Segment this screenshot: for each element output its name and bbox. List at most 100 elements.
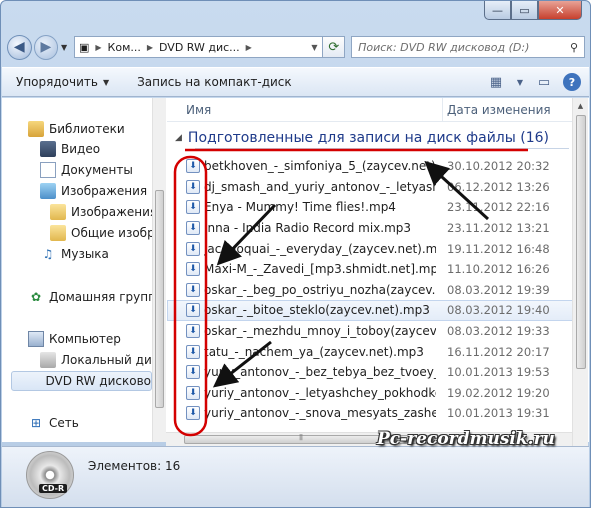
- sidebar-item-label: Документы: [61, 163, 133, 177]
- folder-icon: [50, 225, 66, 241]
- preview-pane-icon[interactable]: ▭: [533, 72, 555, 92]
- refresh-button[interactable]: ⟳: [323, 36, 346, 58]
- item-count: Элементов: 16: [88, 459, 181, 473]
- view-options-icon[interactable]: ▦: [485, 72, 507, 92]
- sidebar-item-dvd-drive[interactable]: DVD RW дисково: [11, 371, 152, 391]
- sidebar-item-my-images[interactable]: Изображения: [50, 202, 152, 222]
- file-name: tatu_-_nachem_ya_(zaycev.net).mp3: [204, 344, 424, 359]
- file-row[interactable]: ⬇ Inna - India Radio Record mix.mp3 23.11.…: [167, 218, 573, 239]
- address-separator-icon[interactable]: ▶: [244, 43, 254, 52]
- scrollbar-thumb[interactable]: [155, 190, 164, 408]
- address-separator-icon[interactable]: ▶: [93, 43, 103, 52]
- vertical-scrollbar[interactable]: ▲: [572, 98, 588, 446]
- pending-burn-file-icon: ⬇: [186, 159, 200, 174]
- pending-burn-file-icon: ⬇: [186, 179, 200, 194]
- burn-to-disc-button[interactable]: Запись на компакт-диск: [123, 75, 306, 89]
- search-input[interactable]: Поиск: DVD RW дисковод (D:) ⚲: [351, 36, 586, 58]
- pending-burn-file-icon: ⬇: [186, 282, 200, 297]
- file-row[interactable]: ⬇ Enya - Mummy! Time flies!.mp4 23.11.2012…: [167, 197, 573, 218]
- file-name: Inna - India Radio Record mix.mp3: [204, 221, 412, 236]
- sidebar-item-libraries[interactable]: Библиотеки: [28, 119, 125, 139]
- address-bar[interactable]: ▣ ▶ Ком... ▶ DVD RW дис... ▶ ▼: [73, 36, 324, 58]
- column-header-date[interactable]: Дата изменения: [443, 103, 551, 117]
- column-header-name[interactable]: Имя: [167, 98, 443, 121]
- pending-burn-file-icon: ⬇: [186, 385, 200, 400]
- sidebar-item-network[interactable]: ⊞ Сеть: [28, 413, 79, 433]
- address-segment-dvd[interactable]: DVD RW дис...: [155, 41, 244, 54]
- file-date: 08.03.2012 19:39: [447, 282, 550, 297]
- file-row[interactable]: ⬇ yuriy_antonov_-_bez_tebya_bez_tvoey_ly.…: [167, 362, 573, 383]
- back-button[interactable]: ◀: [7, 34, 32, 60]
- minimize-button[interactable]: —: [484, 1, 511, 20]
- scrollbar-thumb[interactable]: [576, 115, 586, 369]
- file-date: 11.10.2012 16:26: [447, 262, 550, 277]
- navigation-pane-scrollbar[interactable]: [152, 98, 166, 442]
- sidebar-item-homegroup[interactable]: ✿ Домашняя группа: [28, 287, 153, 307]
- file-row[interactable]: ⬇ Maxi-M_-_Zavedi_[mp3.shmidt.net].mp3 11.…: [167, 259, 573, 280]
- sidebar-item-documents[interactable]: Документы: [40, 160, 133, 180]
- address-segment-computer[interactable]: Ком...: [104, 41, 145, 54]
- forward-button[interactable]: ▶: [33, 34, 59, 60]
- documents-icon: [40, 162, 56, 178]
- file-date: 16.11.2012 20:17: [447, 344, 550, 359]
- close-button[interactable]: ✕: [538, 1, 582, 20]
- pending-burn-file-icon: ⬇: [186, 344, 200, 359]
- group-divider: [195, 148, 569, 149]
- details-pane: CD-R Элементов: 16: [2, 446, 589, 507]
- maximize-button[interactable]: ▭: [511, 1, 538, 20]
- file-name: yuriy_antonov_-_letyashchey_pokhodkoy...: [204, 385, 436, 400]
- file-row[interactable]: ⬇ dj_smash_and_yuriy_antonov_-_letyashc..…: [167, 177, 573, 198]
- pending-burn-file-icon: ⬇: [186, 221, 200, 236]
- file-row[interactable]: ⬇ betkhoven_-_simfoniya_5_(zaycev.net).m.…: [167, 156, 573, 177]
- file-row[interactable]: ⬇ oskar_-_bitoe_steklo(zaycev.net).mp3 08.…: [167, 300, 573, 321]
- organize-label: Упорядочить: [16, 75, 98, 89]
- search-icon[interactable]: ⚲: [564, 41, 584, 54]
- file-name: betkhoven_-_simfoniya_5_(zaycev.net).m..…: [204, 159, 436, 174]
- recent-pages-dropdown[interactable]: ▼: [58, 43, 70, 52]
- file-row[interactable]: ⬇ yuriy_antonov_-_letyashchey_pokhodkoy..…: [167, 383, 573, 404]
- collapse-triangle-icon[interactable]: ◢: [175, 133, 182, 143]
- navigation-bar: ◀ ▶ ▼ ▣ ▶ Ком... ▶ DVD RW дис... ▶ ▼ ⟳ П…: [7, 33, 586, 61]
- cd-disc-icon: CD-R: [26, 451, 74, 499]
- file-rows: ⬇ betkhoven_-_simfoniya_5_(zaycev.net).m.…: [167, 156, 573, 424]
- file-row[interactable]: ⬇ oskar_-_mezhdu_mnoy_i_toboy(zaycev.n...…: [167, 321, 573, 342]
- sidebar-item-label: Домашняя группа: [49, 290, 153, 304]
- file-name: dj_smash_and_yuriy_antonov_-_letyashc...: [204, 179, 436, 194]
- file-date: 23.11.2012 22:16: [447, 200, 550, 215]
- file-row[interactable]: ⬇ tatu_-_nachem_ya_(zaycev.net).mp3 16.11.…: [167, 341, 573, 362]
- address-separator-icon[interactable]: ▶: [145, 43, 155, 52]
- sidebar-item-public-images[interactable]: Общие изобра: [50, 223, 152, 243]
- images-icon: [40, 183, 56, 199]
- sidebar-item-label: Библиотеки: [49, 122, 125, 136]
- sidebar-item-music[interactable]: ♫ Музыка: [40, 244, 109, 264]
- pending-burn-file-icon: ⬇: [186, 262, 200, 277]
- view-dropdown-icon[interactable]: ▼: [515, 72, 525, 92]
- file-name: oskar_-_bitoe_steklo(zaycev.net).mp3: [204, 303, 430, 318]
- explorer-window: — ▭ ✕ ◀ ▶ ▼ ▣ ▶ Ком... ▶ DVD RW дис... ▶…: [0, 0, 591, 508]
- command-bar: Упорядочить ▼ Запись на компакт-диск ▦ ▼…: [2, 67, 589, 97]
- file-row[interactable]: ⬇ oskar_-_beg_po_ostriyu_nozha(zaycev.ne.…: [167, 280, 573, 301]
- file-date: 30.10.2012 20:32: [447, 159, 550, 174]
- scroll-up-icon[interactable]: ▲: [573, 98, 588, 114]
- pending-burn-file-icon: ⬇: [186, 241, 200, 256]
- content-area: Библиотеки Видео Документы Изображения И…: [2, 98, 589, 442]
- sidebar-item-label: Локальный диск: [61, 353, 152, 367]
- file-row[interactable]: ⬇ jacquoquai_-_everyday_(zaycev.net).mp3 1…: [167, 238, 573, 259]
- pending-burn-file-icon: ⬇: [186, 324, 200, 339]
- file-date: 10.01.2013 19:53: [447, 365, 550, 380]
- file-row[interactable]: ⬇ yuriy_antonov_-_snova_mesyats_zashel_..…: [167, 403, 573, 424]
- group-header[interactable]: ◢ Подготовленные для записи на диск файл…: [175, 130, 549, 146]
- sidebar-item-computer[interactable]: Компьютер: [28, 329, 121, 349]
- file-name: yuriy_antonov_-_snova_mesyats_zashel_...: [204, 406, 436, 421]
- address-dropdown-icon[interactable]: ▼: [306, 43, 322, 52]
- help-icon[interactable]: ?: [563, 73, 581, 91]
- pending-burn-file-icon: ⬇: [186, 365, 200, 380]
- sidebar-item-images[interactable]: Изображения: [40, 181, 147, 201]
- sidebar-item-label: Сеть: [49, 416, 79, 430]
- sidebar-item-local-disk[interactable]: Локальный диск: [40, 350, 152, 370]
- file-date: 19.02.2012 19:20: [447, 385, 550, 400]
- sidebar-item-video[interactable]: Видео: [40, 139, 100, 159]
- organize-button[interactable]: Упорядочить ▼: [2, 75, 123, 89]
- refresh-icon: ⟳: [328, 39, 340, 55]
- column-headers: Имя Дата изменения: [167, 98, 573, 122]
